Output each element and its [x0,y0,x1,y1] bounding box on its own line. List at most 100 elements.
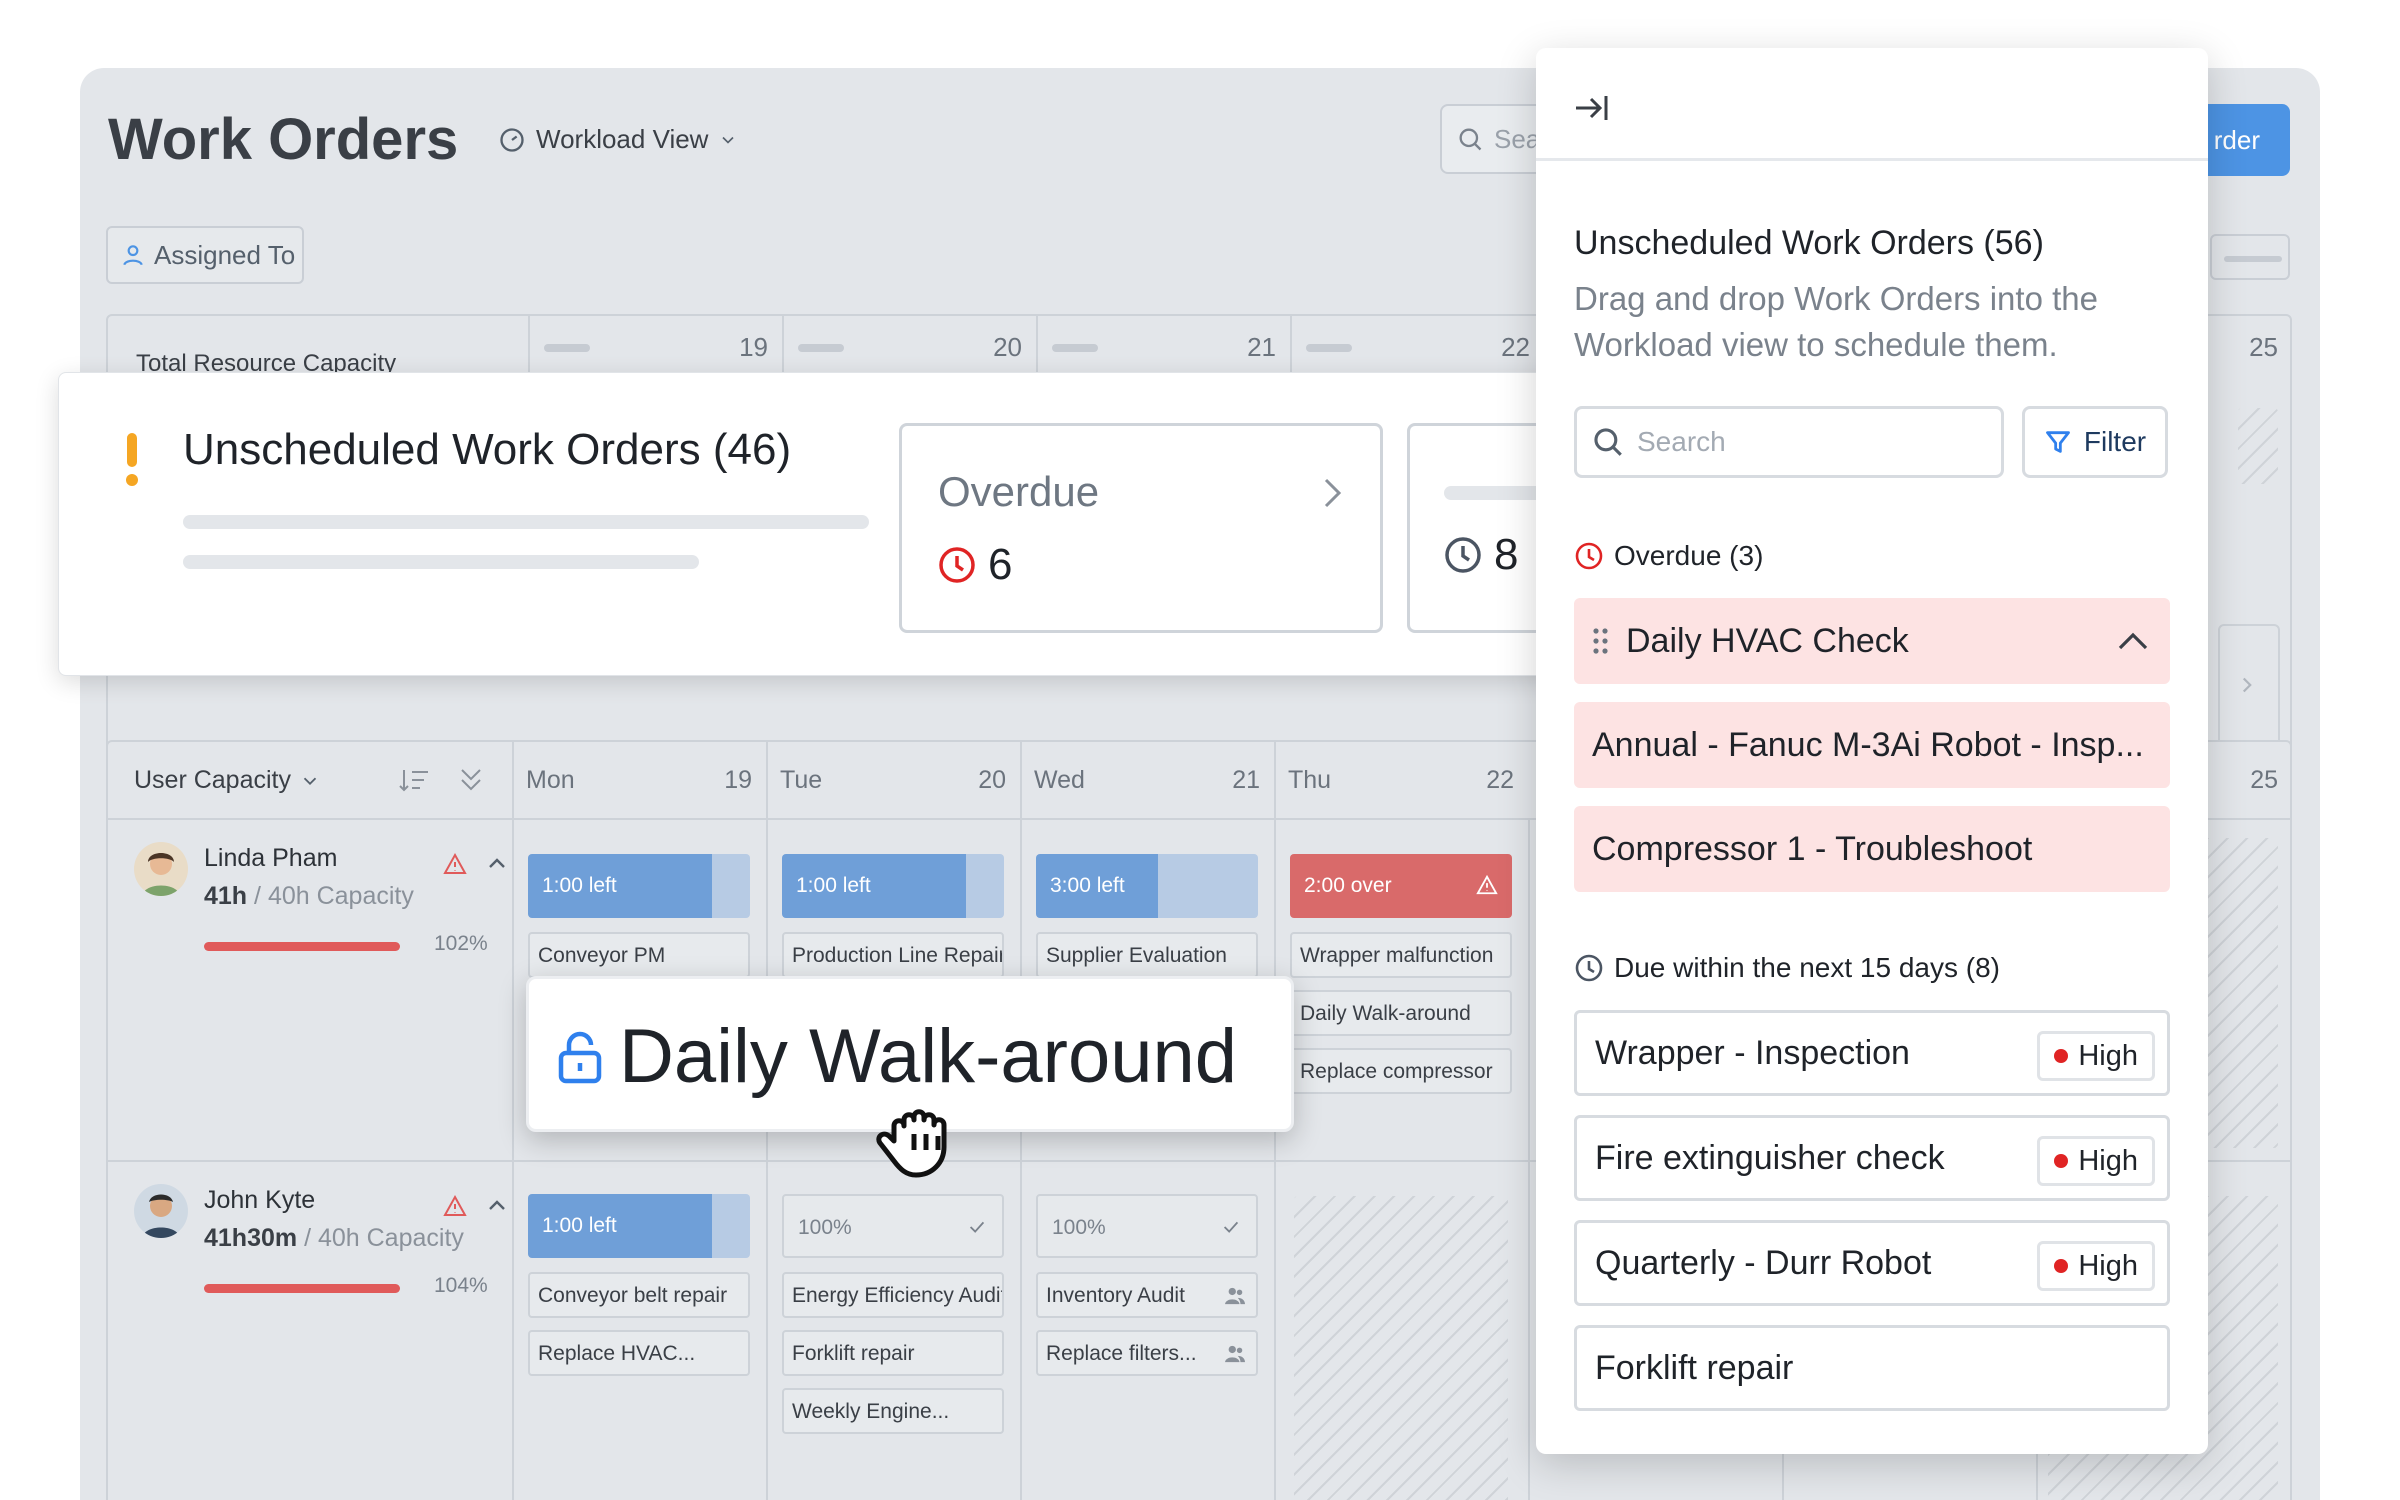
work-order-chip-team[interactable]: Inventory Audit [1036,1272,1258,1318]
work-order-chip[interactable]: Conveyor belt repair [528,1272,750,1318]
user-capacity-total: / 40h Capacity [304,1224,464,1252]
capacity-cell-label: 1:00 left [542,1214,617,1237]
chevron-up-icon [2118,632,2148,650]
priority-badge: High [2037,1031,2155,1081]
capacity-cell: 1:00 left [528,854,750,918]
filter-label: Filter [2083,426,2147,457]
work-order-name: Annual - Fanuc M-3Ai Robot - Insp... [1592,725,2144,764]
due-item[interactable]: Forklift repair [1574,1325,2170,1411]
work-order-chip[interactable]: Daily Walk-around [1290,990,1512,1036]
work-order-chip[interactable]: Replace HVAC... [528,1330,750,1376]
overdue-card-title: Overdue [938,468,1100,515]
view-selector-label: Workload View [536,124,709,154]
overdue-item[interactable]: Compressor 1 - Troubleshoot [1574,806,2170,892]
panel-search-input[interactable]: Search [1574,406,2004,478]
work-order-name: Wrapper - Inspection [1595,1033,1910,1072]
capacity-cell: 1:00 left [528,1194,750,1258]
panel-description: Drag and drop Work Orders into the Workl… [1574,280,2098,363]
capacity-cell-label: 100% [798,1216,852,1239]
warning-icon [1476,874,1498,895]
day-date: 20 [978,766,1006,794]
chevron-up-icon[interactable] [484,852,510,876]
collapse-panel-icon[interactable] [1572,88,1612,128]
team-icon [1225,1345,1245,1363]
user-capacity-total: / 40h Capacity [254,882,414,910]
user-hours: 41h [204,882,248,910]
clock-icon [1445,537,1481,573]
filter-button[interactable]: Filter [2022,406,2168,478]
capacity-cell-label: 2:00 over [1304,874,1392,897]
day-date: 19 [724,766,752,794]
due-section-label: Due within the next 15 days (8) [1614,952,2000,983]
due-item[interactable]: Wrapper - Inspection High [1574,1010,2170,1096]
user-name: John Kyte [204,1186,316,1214]
panel-title: Unscheduled Work Orders (56) [1574,224,2044,262]
priority-label: High [2078,1144,2138,1177]
work-order-chip-team[interactable]: Replace filters... [1036,1330,1258,1376]
chevron-down-icon [303,777,317,785]
day-name: Tue [780,766,823,794]
work-order-chip[interactable]: Weekly Engine... [782,1388,1004,1434]
work-order-chip[interactable]: Forklift repair [782,1330,1004,1376]
sort-icon[interactable] [398,764,430,796]
create-work-order-label: rder [2213,124,2260,155]
overdue-item[interactable]: Daily HVAC Check [1574,598,2170,684]
day-header-thu: Thu 22 [1274,742,1528,820]
work-order-label: Replace filters... [1046,1342,1197,1365]
exclamation-icon [126,433,138,486]
work-order-chip[interactable]: Conveyor PM [528,932,750,978]
day-number: 22 [1501,332,1530,362]
work-order-name: Daily HVAC Check [1626,621,1909,660]
capacity-cell-label: 1:00 left [542,874,617,897]
view-selector[interactable]: Workload View [498,124,738,155]
work-order-chip[interactable]: Replace compressor [1290,1048,1512,1094]
unavailable-area [2238,408,2278,484]
due-item[interactable]: Fire extinguisher check High [1574,1115,2170,1201]
overdue-item[interactable]: Annual - Fanuc M-3Ai Robot - Insp... [1574,702,2170,788]
capacity-progress-bar [204,1284,400,1293]
work-order-name: Quarterly - Durr Robot [1595,1243,1932,1282]
collapse-all-icon[interactable] [456,764,486,796]
day-header-tue: Tue 20 [766,742,1020,820]
chevron-up-icon[interactable] [484,1194,510,1218]
capacity-cell-over: 2:00 over [1290,854,1512,918]
day-header-mon: Mon 19 [512,742,766,820]
clock-icon [939,547,975,583]
day-date: 25 [2250,766,2278,794]
drag-handle-icon [1593,628,1608,654]
toolbar-toggle[interactable] [2210,234,2290,280]
work-order-name: Compressor 1 - Troubleshoot [1592,829,2033,868]
user-capacity-dropdown[interactable]: User Capacity [134,766,321,795]
assigned-to-filter[interactable]: Assigned To [106,226,304,284]
user-capacity-title: User Capacity [134,766,291,794]
overdue-section-header: Overdue (3) [1574,540,1763,572]
gauge-icon [500,127,524,152]
priority-dot [2054,1154,2069,1168]
capacity-cell: 3:00 left [1036,854,1258,918]
skeleton-line [183,515,869,529]
overdue-card[interactable]: Overdue 6 [899,423,1383,633]
capacity-cell-label: 1:00 left [796,874,871,897]
priority-label: High [2078,1249,2138,1282]
side-nav-button[interactable] [2218,624,2280,748]
day-number: 19 [739,332,768,362]
work-order-chip[interactable]: Supplier Evaluation [1036,932,1258,978]
unlock-icon [558,1031,602,1084]
work-order-chip[interactable]: Production Line Repair [782,932,1004,978]
work-order-label: Inventory Audit [1046,1284,1185,1307]
team-icon [1225,1287,1245,1305]
work-order-chip[interactable]: Wrapper malfunction [1290,932,1512,978]
day-date: 21 [1232,766,1260,794]
chevron-right-icon [2242,677,2252,693]
work-order-chip[interactable]: Energy Efficiency Audit [782,1272,1004,1318]
due-item[interactable]: Quarterly - Durr Robot High [1574,1220,2170,1306]
avatar [134,842,188,896]
app-search-placeholder: Sea [1494,123,1541,154]
day-name: Wed [1034,766,1085,794]
check-icon [1223,1221,1239,1233]
overdue-count: 6 [988,540,1013,589]
priority-badge: High [2037,1136,2155,1186]
search-icon [1594,428,1622,456]
capacity-percent: 104% [434,1274,488,1297]
capacity-percent: 102% [434,932,488,955]
